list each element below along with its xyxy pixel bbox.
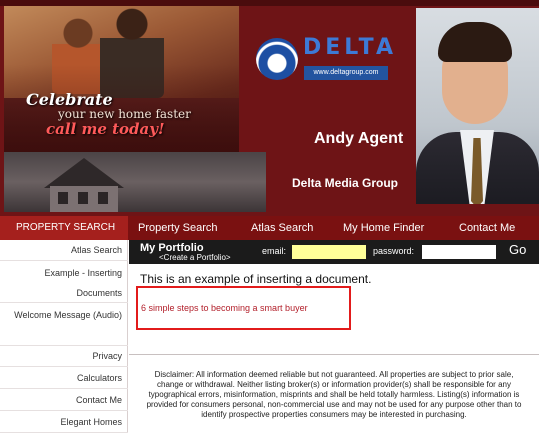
agent-name: Andy Agent — [314, 130, 404, 147]
logo-url[interactable]: www.deltagroup.com — [304, 66, 388, 80]
logo-name[interactable]: DELTA — [303, 35, 397, 60]
content-divider — [129, 354, 539, 355]
agent-photo — [416, 8, 539, 204]
tagline-sub: your new home faster — [58, 107, 191, 121]
sidebar-item-privacy[interactable]: Privacy — [0, 346, 128, 367]
house-window — [98, 192, 108, 204]
sidebar-item-atlas-search[interactable]: Atlas Search — [0, 240, 128, 261]
house-roof — [44, 158, 124, 188]
article-link[interactable]: 6 simple steps to becoming a smart buyer — [141, 303, 308, 313]
create-portfolio-link[interactable]: <Create a Portfolio> — [159, 253, 231, 262]
sidebar-item-example-inserting-documents[interactable]: Example - Inserting Documents — [0, 261, 128, 303]
main-content: This is an example of inserting a docume… — [129, 264, 539, 433]
sidebar-item-welcome-message[interactable]: Welcome Message (Audio) — [0, 303, 128, 346]
nav-link-my-home-finder[interactable]: My Home Finder — [343, 216, 424, 240]
tagline-call: call me today! — [46, 120, 165, 138]
nav-link-atlas-search[interactable]: Atlas Search — [251, 216, 313, 240]
disclaimer-text: Disclaimer: All information deemed relia… — [146, 370, 522, 419]
house-window — [78, 192, 88, 204]
sidebar-item-elegant-homes[interactable]: Elegant Homes — [0, 411, 128, 433]
go-button[interactable]: Go — [509, 242, 526, 257]
sidebar-item-contact-me[interactable]: Contact Me — [0, 389, 128, 411]
email-label: email: — [262, 246, 287, 256]
sidebar-item-calculators[interactable]: Calculators — [0, 367, 128, 389]
nav-link-property-search[interactable]: Property Search — [138, 216, 217, 240]
intro-text: This is an example of inserting a docume… — [140, 272, 372, 286]
nav-link-contact-me[interactable]: Contact Me — [459, 216, 515, 240]
password-field[interactable] — [422, 245, 496, 259]
agent-hair — [438, 22, 512, 62]
delta-logo-icon[interactable] — [256, 38, 298, 80]
email-field[interactable] — [292, 245, 366, 259]
nav-section-label: PROPERTY SEARCH — [0, 216, 128, 240]
house-window — [58, 192, 68, 204]
sidebar: Atlas Search Example - Inserting Documen… — [0, 240, 128, 433]
portfolio-bar: My Portfolio <Create a Portfolio> email:… — [129, 240, 539, 264]
company-name: Delta Media Group — [292, 176, 399, 190]
house-photo-strip — [4, 152, 266, 212]
site-header: Celebrate your new home faster call me t… — [0, 0, 539, 216]
main-nav: PROPERTY SEARCH Property Search Atlas Se… — [0, 216, 539, 240]
password-label: password: — [373, 246, 415, 256]
